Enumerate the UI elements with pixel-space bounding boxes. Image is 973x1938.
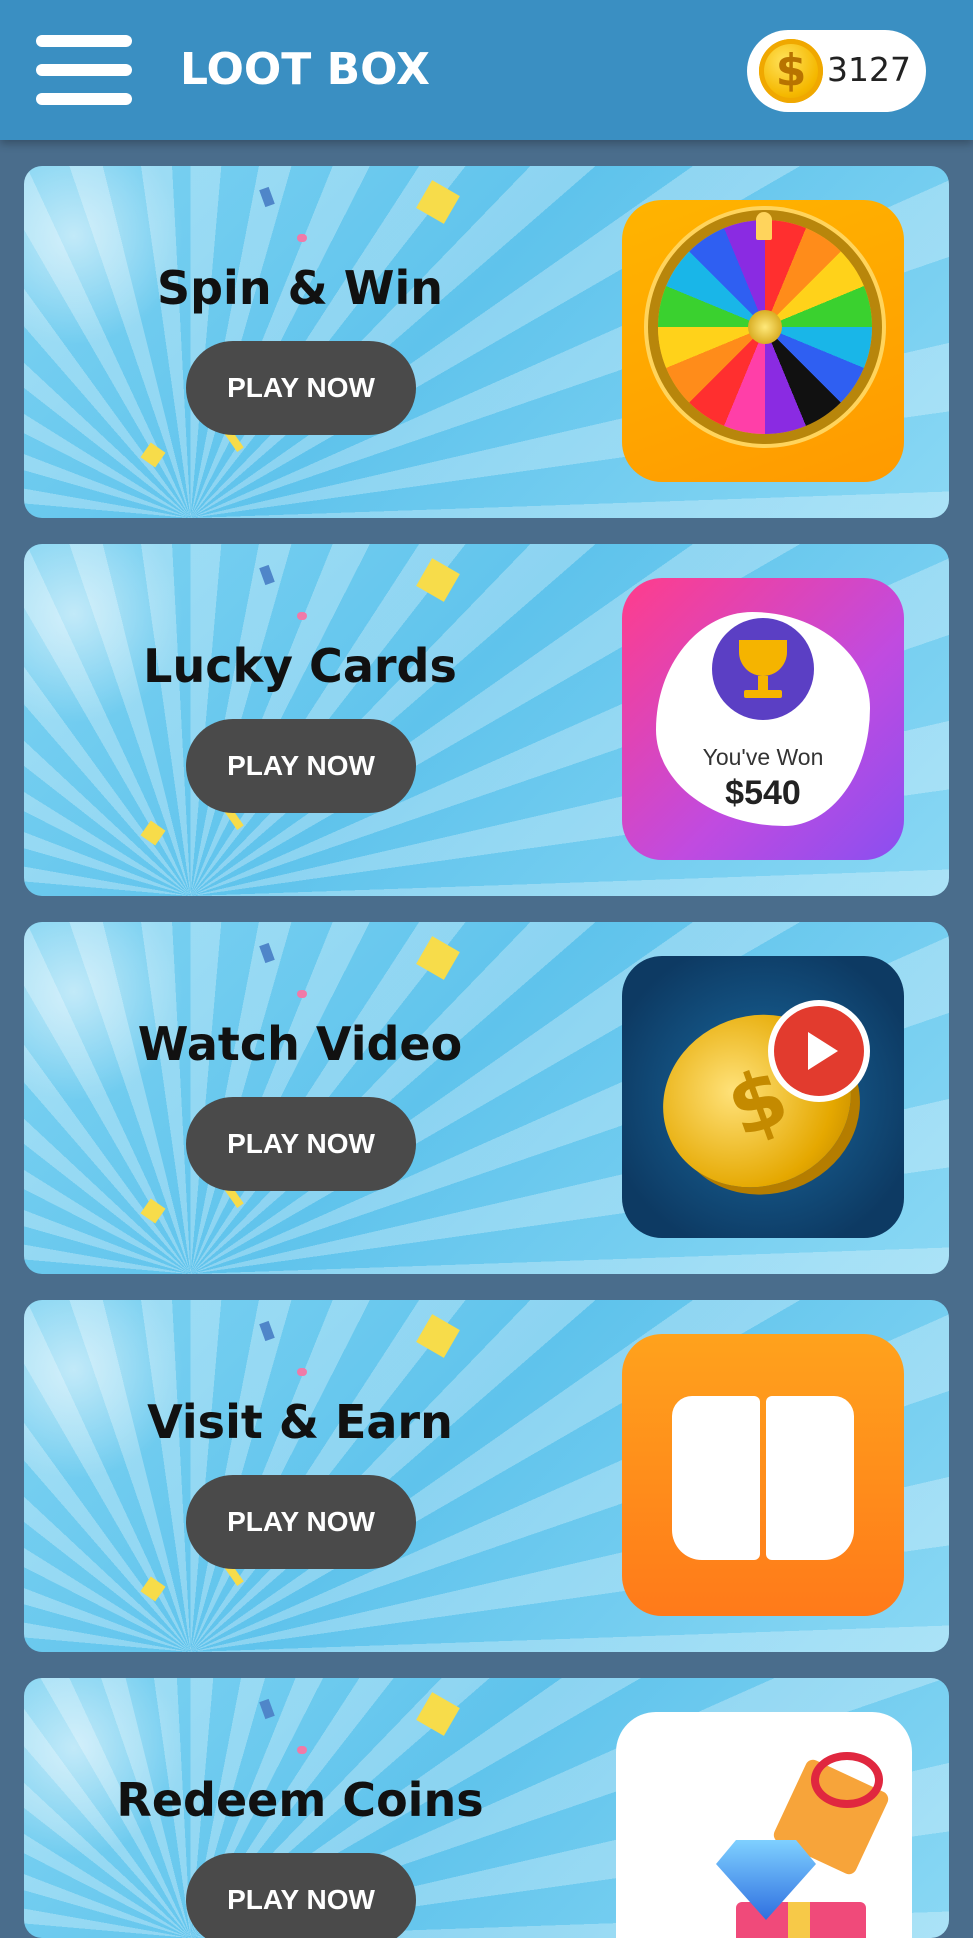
trophy-base: [744, 690, 782, 698]
coin-balance[interactable]: $ 3127: [747, 30, 926, 112]
card-glow: [24, 1300, 184, 1480]
wheel: [658, 220, 872, 434]
confetti: [259, 1698, 275, 1720]
confetti: [416, 1314, 460, 1358]
confetti: [416, 558, 460, 602]
gift-ribbon: [788, 1902, 810, 1938]
card-visit-earn[interactable]: Visit & Earn PLAY NOW: [24, 1300, 949, 1652]
confetti: [297, 990, 307, 998]
confetti: [259, 564, 275, 586]
confetti: [416, 180, 460, 224]
card-redeem-coins[interactable]: Redeem Coins PLAY NOW: [24, 1678, 949, 1938]
coin-count: 3127: [827, 50, 911, 89]
book-page-left: [672, 1396, 760, 1560]
play-now-button[interactable]: PLAY NOW: [186, 1097, 416, 1191]
open-book-icon[interactable]: [622, 1334, 904, 1616]
card-title: Visit & Earn: [147, 1395, 453, 1449]
card-title: Lucky Cards: [143, 639, 457, 693]
trophy-stem: [758, 676, 768, 690]
coin-icon: $: [759, 39, 823, 103]
confetti: [259, 1320, 275, 1342]
card-glow: [24, 922, 184, 1102]
confetti: [259, 942, 275, 964]
won-amount: $540: [725, 774, 801, 812]
confetti: [416, 936, 460, 980]
confetti: [297, 612, 307, 620]
play-now-button[interactable]: PLAY NOW: [186, 719, 416, 813]
card-glow: [24, 166, 184, 346]
card-title: Spin & Win: [157, 261, 443, 315]
card-glow: [24, 544, 184, 724]
app-title: LOOT BOX: [180, 44, 430, 95]
menu-icon[interactable]: [36, 35, 132, 105]
book-page-right: [766, 1396, 854, 1560]
card-title: Redeem Coins: [116, 1773, 484, 1827]
card-title: Watch Video: [137, 1017, 463, 1071]
card-watch-video[interactable]: Watch Video PLAY NOW $: [24, 922, 949, 1274]
scratch-card-icon[interactable]: You've Won $540: [622, 578, 904, 860]
won-label: You've Won: [702, 744, 824, 770]
gift-gem-icon[interactable]: [616, 1712, 912, 1938]
wheel-hub: [748, 310, 782, 344]
card-lucky-cards[interactable]: Lucky Cards PLAY NOW You've Won $540: [24, 544, 949, 896]
wheel-pointer: [756, 212, 772, 240]
confetti: [297, 234, 307, 242]
play-now-button[interactable]: PLAY NOW: [186, 1475, 416, 1569]
confetti: [416, 1692, 460, 1736]
video-coin-icon[interactable]: $: [622, 956, 904, 1238]
confetti: [140, 442, 166, 468]
card-spin-win[interactable]: Spin & Win PLAY NOW: [24, 166, 949, 518]
confetti: [140, 1576, 166, 1602]
bow-icon: [811, 1752, 883, 1808]
confetti: [297, 1368, 307, 1376]
play-triangle: [808, 1032, 838, 1070]
confetti: [297, 1746, 307, 1754]
app-bar: LOOT BOX $ 3127: [0, 0, 973, 140]
confetti: [259, 186, 275, 208]
card-glow: [24, 1678, 184, 1858]
spin-wheel-icon[interactable]: [622, 200, 904, 482]
play-now-button[interactable]: PLAY NOW: [186, 341, 416, 435]
play-now-button[interactable]: PLAY NOW: [186, 1853, 416, 1938]
confetti: [140, 820, 166, 846]
confetti: [140, 1198, 166, 1224]
